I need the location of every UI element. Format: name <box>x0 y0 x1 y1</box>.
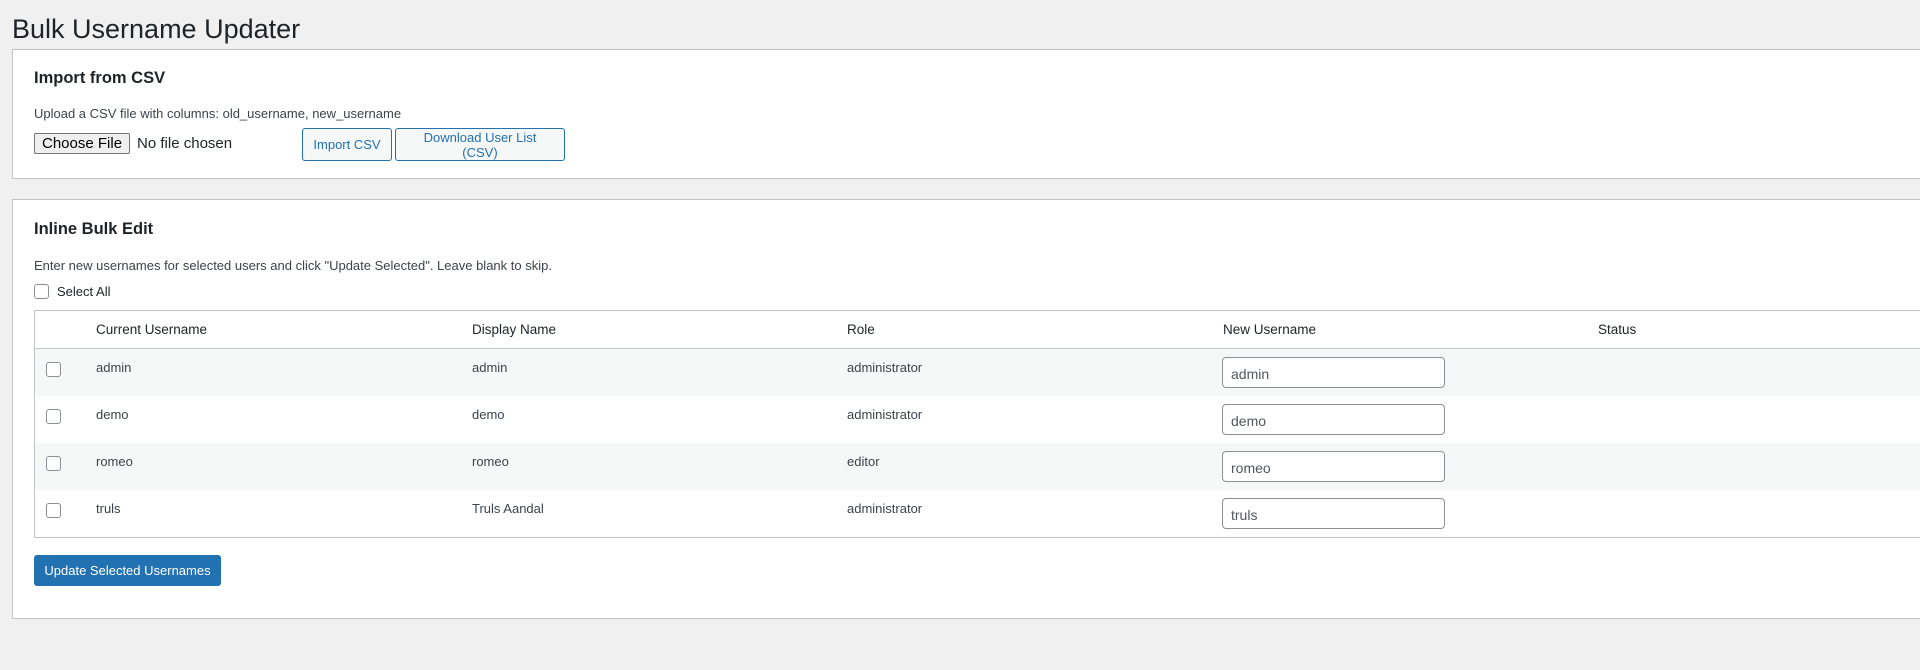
users-table: Current Username Display Name Role New U… <box>34 310 1920 538</box>
inline-bulk-edit-card: Inline Bulk Edit Enter new usernames for… <box>12 199 1920 619</box>
import-csv-button[interactable]: Import CSV <box>302 128 392 161</box>
row-checkbox[interactable] <box>46 456 61 471</box>
current-username-cell: demo <box>96 407 129 422</box>
column-header-display-name: Display Name <box>472 322 557 337</box>
current-username-cell: admin <box>96 360 132 375</box>
column-header-current-username: Current Username <box>96 322 208 337</box>
current-username-cell: romeo <box>96 454 133 469</box>
column-header-new-username: New Username <box>1223 322 1317 337</box>
file-status-text: No file chosen <box>137 135 233 152</box>
inline-section-title: Inline Bulk Edit <box>34 220 154 238</box>
role-cell: administrator <box>847 407 923 422</box>
row-checkbox[interactable] <box>46 409 61 424</box>
table-row: demo demo administrator demo <box>35 396 1920 443</box>
role-cell: editor <box>847 454 880 469</box>
table-row: romeo romeo editor romeo <box>35 443 1920 490</box>
display-name-cell: demo <box>472 407 505 422</box>
page: Bulk Username Updater Import from CSV Up… <box>0 0 1920 670</box>
row-checkbox[interactable] <box>46 362 61 377</box>
display-name-cell: Truls Aandal <box>472 501 544 516</box>
select-all-label: Select All <box>57 284 111 299</box>
display-name-cell: admin <box>472 360 508 375</box>
table-row: admin admin administrator admin <box>35 349 1920 396</box>
download-user-list-button[interactable]: Download User List (CSV) <box>395 128 565 161</box>
new-username-input[interactable]: admin <box>1222 357 1445 388</box>
display-name-cell: romeo <box>472 454 509 469</box>
import-section-title: Import from CSV <box>34 69 166 87</box>
column-header-role: Role <box>847 322 875 337</box>
role-cell: administrator <box>847 360 923 375</box>
table-row: truls Truls Aandal administrator truls <box>35 490 1920 537</box>
file-input: Choose File No file chosen <box>34 133 232 154</box>
current-username-cell: truls <box>96 501 121 516</box>
row-checkbox[interactable] <box>46 503 61 518</box>
role-cell: administrator <box>847 501 923 516</box>
select-all-checkbox[interactable] <box>34 284 49 299</box>
update-selected-usernames-button[interactable]: Update Selected Usernames <box>34 555 221 586</box>
inline-description: Enter new usernames for selected users a… <box>34 258 552 273</box>
import-description: Upload a CSV file with columns: old_user… <box>34 106 402 121</box>
column-header-status: Status <box>1598 322 1637 337</box>
table-header: Current Username Display Name Role New U… <box>35 311 1920 349</box>
new-username-input[interactable]: romeo <box>1222 451 1445 482</box>
select-all-control[interactable]: Select All <box>34 284 110 299</box>
page-title: Bulk Username Updater <box>12 14 301 44</box>
choose-file-button[interactable]: Choose File <box>34 133 131 154</box>
new-username-input[interactable]: truls <box>1222 498 1445 529</box>
new-username-input[interactable]: demo <box>1222 404 1445 435</box>
import-csv-card: Import from CSV Upload a CSV file with c… <box>12 49 1920 179</box>
